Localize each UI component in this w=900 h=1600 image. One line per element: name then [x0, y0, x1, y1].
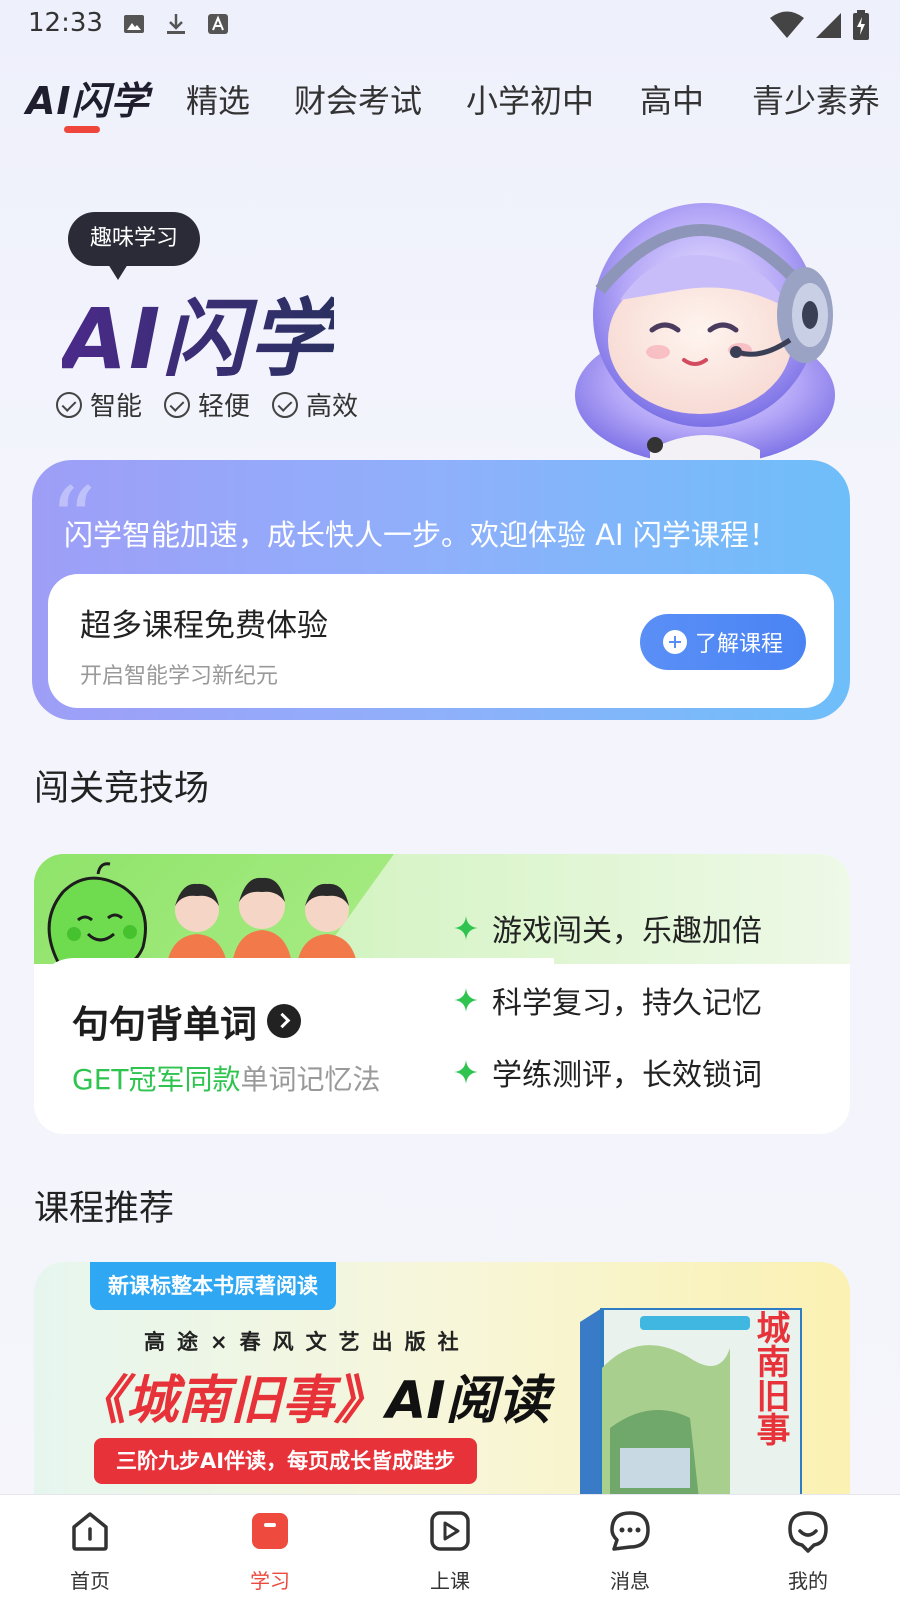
vocab-point: 游戏闯关，乐趣加倍: [454, 892, 762, 964]
download-icon: [167, 14, 185, 34]
vocab-card[interactable]: 句句背单词 GET冠军同款单词记忆法 游戏闯关，乐趣加倍 科学复习，持久记忆 学…: [34, 854, 850, 1134]
sparkle-icon: [454, 988, 478, 1012]
check-circle-icon: [56, 391, 82, 418]
sparkle-icon: [454, 916, 478, 940]
nav-label-profile: 我的: [788, 1569, 828, 1593]
feature-label: 高效: [306, 392, 359, 422]
course-title-suffix: AI阅读: [386, 1371, 550, 1431]
nav-item-class[interactable]: 上课: [390, 1509, 510, 1594]
battery-icon: [853, 10, 869, 40]
vocab-subtitle: GET冠军同款单词记忆法: [72, 1058, 381, 1098]
course-title-book: 《城南旧事》: [74, 1371, 387, 1431]
champions-illustration: [167, 877, 357, 964]
plus-circle-icon: [662, 630, 687, 654]
study-icon: [252, 1513, 288, 1549]
bean-mascot-icon: [47, 862, 147, 972]
tab-ai-flash[interactable]: AI闪学: [26, 70, 150, 125]
hero-bubble: 趣味学习: [68, 212, 201, 280]
book-cover-title: 城南旧事: [750, 1310, 790, 1446]
challenge-section-title: 闯关竞技场: [34, 769, 210, 809]
message-icon: [610, 1511, 650, 1551]
bottom-nav: 首页 学习 上课 消息 我的: [0, 1494, 900, 1600]
learn-course-button[interactable]: 了解课程: [640, 614, 806, 670]
vocab-point: 科学复习，持久记忆: [454, 964, 762, 1036]
tab-featured[interactable]: 精选: [186, 76, 250, 122]
status-time: 12:33: [28, 8, 103, 38]
course-publisher: 高途×春风文艺出版社: [144, 1330, 471, 1354]
nav-item-home[interactable]: 首页: [30, 1509, 150, 1594]
vocab-subtitle-highlight: GET冠军同款: [72, 1063, 241, 1096]
vocab-point: 学练测评，长效锁词: [454, 1036, 762, 1108]
tab-accounting-exam[interactable]: 财会考试: [294, 76, 422, 122]
feature-item: 轻便: [164, 386, 250, 423]
tab-youth-literacy[interactable]: 青少素养: [752, 76, 880, 122]
nav-item-messages[interactable]: 消息: [570, 1509, 690, 1594]
vocab-points: 游戏闯关，乐趣加倍 科学复习，持久记忆 学练测评，长效锁词: [454, 892, 762, 1108]
mascot-illustration: [575, 203, 835, 470]
promo-card-title: 超多课程免费体验: [80, 608, 328, 644]
chevron-right-icon: [267, 1004, 301, 1038]
feature-label: 轻便: [198, 392, 251, 422]
feature-item: 高效: [272, 386, 358, 423]
vocab-point-label: 游戏闯关，乐趣加倍: [492, 914, 762, 949]
vocab-title[interactable]: 句句背单词: [72, 994, 301, 1048]
nav-item-profile[interactable]: 我的: [748, 1509, 868, 1594]
course-banner[interactable]: 新课标整本书原著阅读 高途×春风文艺出版社 《城南旧事》AI阅读 三阶九步AI伴…: [34, 1262, 850, 1502]
top-tabs: AI闪学 精选 财会考试 小学初中 高中 青少素养: [0, 64, 900, 144]
check-circle-icon: [164, 391, 191, 418]
hero-title: AI闪学: [62, 272, 334, 393]
status-bar: 12:33: [0, 0, 900, 48]
book-cover-image: 城南旧事: [580, 1308, 802, 1502]
learn-course-label: 了解课程: [694, 632, 783, 657]
signal-icon: [816, 13, 841, 38]
vocab-point-label: 科学复习，持久记忆: [492, 986, 762, 1021]
sparkle-icon: [454, 1060, 478, 1084]
nav-label-messages: 消息: [610, 1569, 650, 1593]
hero-banner: 趣味学习 AI闪学 智能 轻便 高效: [0, 180, 900, 470]
image-icon: [124, 15, 144, 33]
home-icon: [72, 1512, 108, 1551]
check-circle-icon: [272, 391, 299, 418]
hero-features: 智能 轻便 高效: [56, 386, 358, 423]
nav-item-study[interactable]: 学习: [210, 1509, 330, 1594]
course-tag: 新课标整本书原著阅读: [90, 1262, 336, 1310]
promo-inner-card: 超多课程免费体验 开启智能学习新纪元 了解课程: [48, 574, 834, 708]
nav-label-study: 学习: [250, 1569, 290, 1593]
promo-headline: 闪学智能加速，成长快人一步。欢迎体验 AI 闪学课程！: [64, 518, 778, 552]
nav-label-home: 首页: [70, 1569, 110, 1593]
tab-high-school[interactable]: 高中: [640, 76, 704, 122]
wifi-icon: [770, 11, 804, 38]
profile-icon: [788, 1511, 828, 1553]
play-icon: [430, 1511, 470, 1551]
promo-card[interactable]: “ 闪学智能加速，成长快人一步。欢迎体验 AI 闪学课程！ 超多课程免费体验 开…: [32, 460, 850, 720]
tab-primary-middle[interactable]: 小学初中: [466, 76, 594, 122]
vocab-subtitle-rest: 单词记忆法: [240, 1063, 381, 1096]
vocab-title-label: 句句背单词: [72, 1003, 257, 1046]
font-icon: [208, 14, 228, 34]
course-title: 《城南旧事》AI阅读: [74, 1358, 550, 1433]
feature-label: 智能: [90, 392, 143, 422]
feature-item: 智能: [56, 386, 142, 423]
vocab-point-label: 学练测评，长效锁词: [492, 1058, 762, 1093]
nav-label-class: 上课: [430, 1569, 470, 1593]
active-tab-indicator: [64, 126, 100, 133]
course-slogan: 三阶九步AI伴读，每页成长皆成跬步: [94, 1438, 478, 1484]
promo-card-subtitle: 开启智能学习新纪元: [80, 664, 279, 689]
course-section-title: 课程推荐: [34, 1189, 175, 1229]
